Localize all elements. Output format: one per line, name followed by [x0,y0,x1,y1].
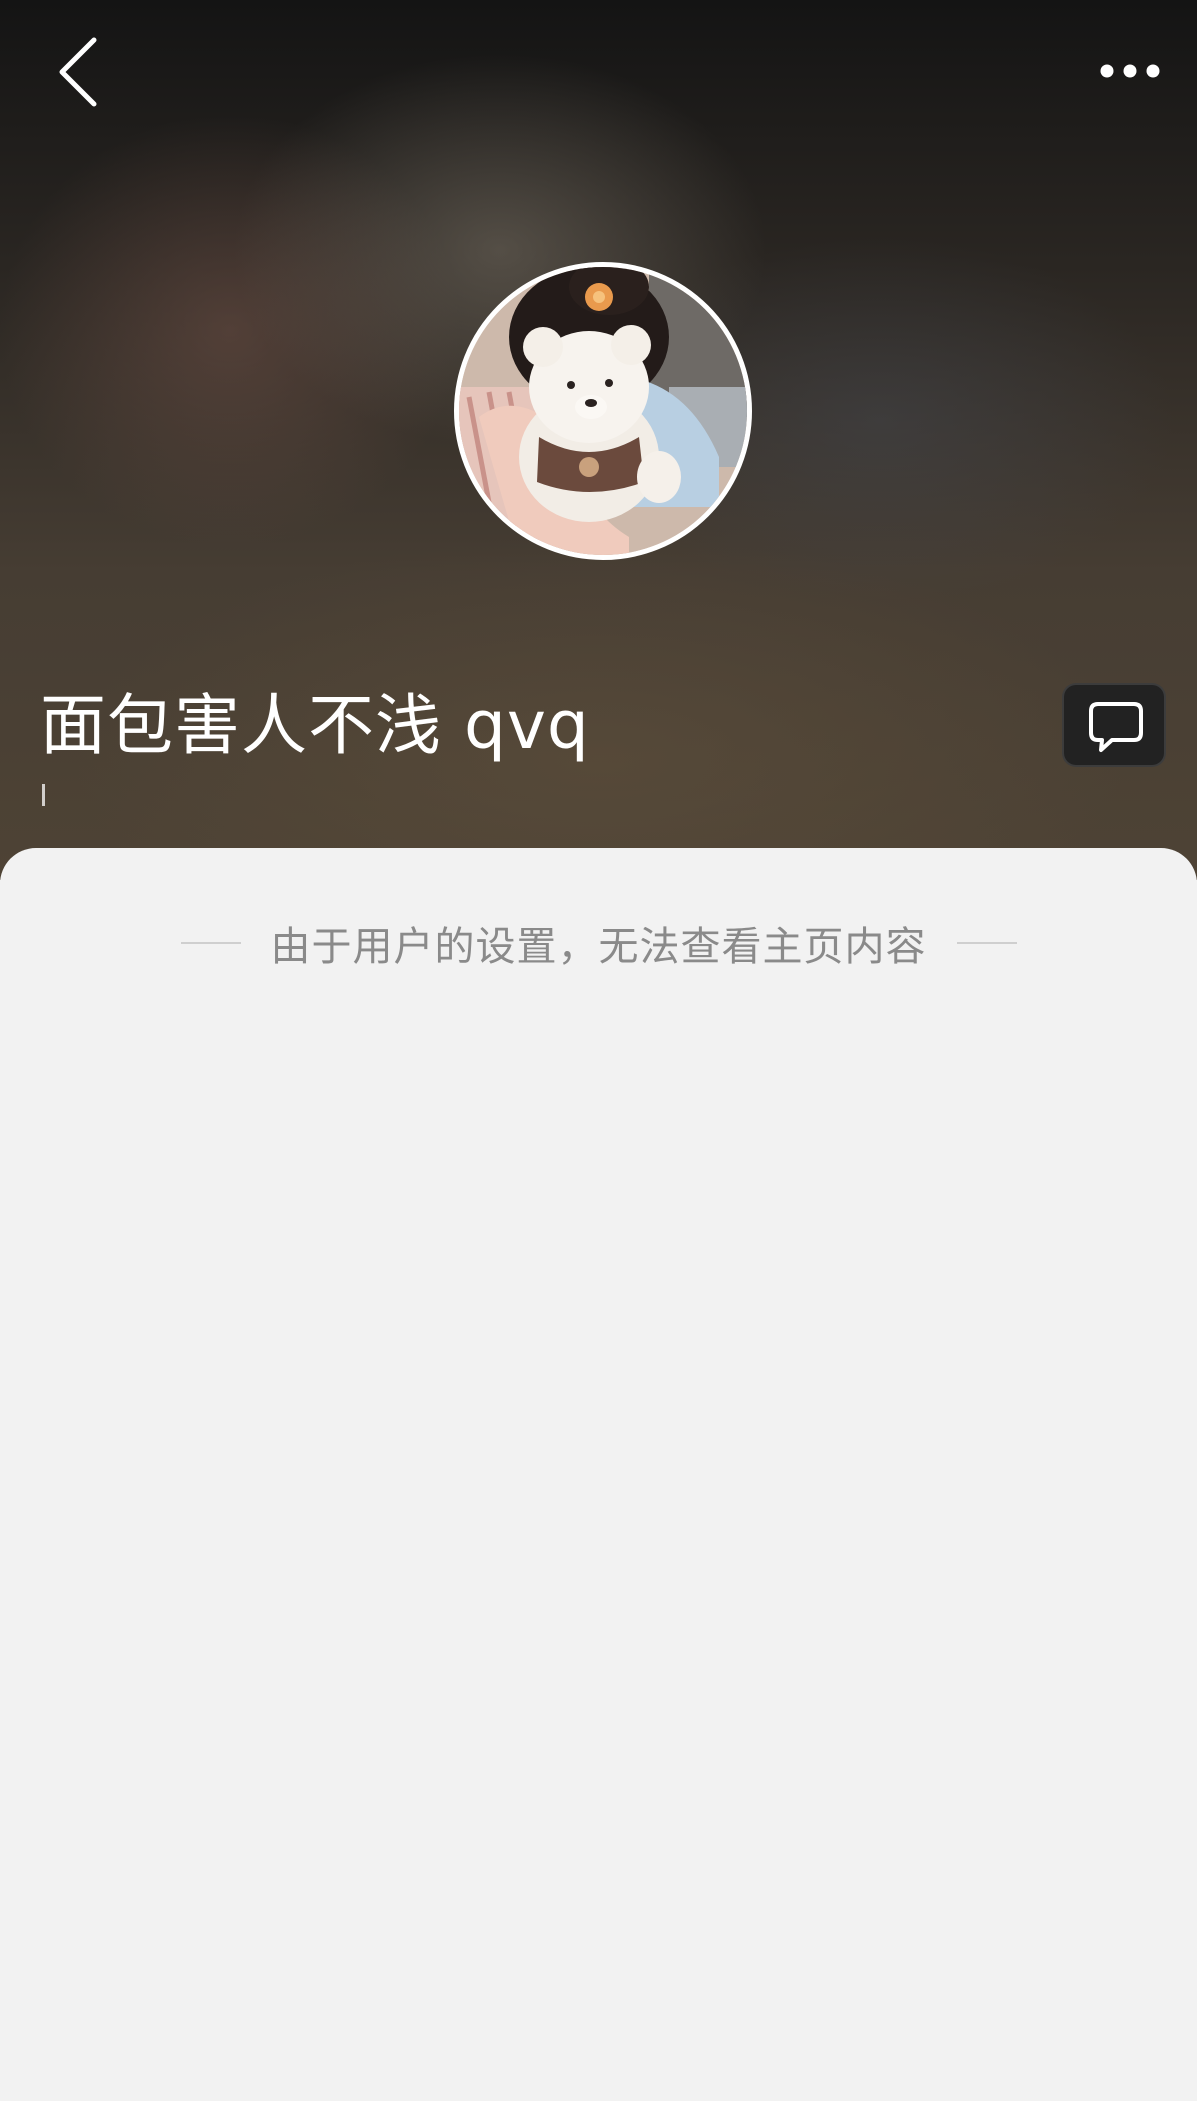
profile-header: 面包害人不浅 qvq [0,0,1197,880]
content-card [0,848,1197,2101]
bio-cursor [42,784,45,806]
avatar[interactable] [454,262,752,560]
username: 面包害人不浅 qvq [40,687,590,764]
back-button[interactable] [52,32,108,112]
privacy-notice-text: 由于用户的设置，无法查看主页内容 [270,924,927,970]
more-horizontal-icon [1100,64,1160,78]
divider-left [180,942,241,944]
divider-right [956,942,1017,944]
chevron-left-icon [59,37,97,107]
more-button[interactable] [1090,50,1170,92]
chat-bubble-icon [1089,702,1143,752]
chat-button[interactable] [1062,683,1166,767]
avatar-photo [459,267,747,555]
privacy-notice: 由于用户的设置，无法查看主页内容 [0,908,1197,978]
